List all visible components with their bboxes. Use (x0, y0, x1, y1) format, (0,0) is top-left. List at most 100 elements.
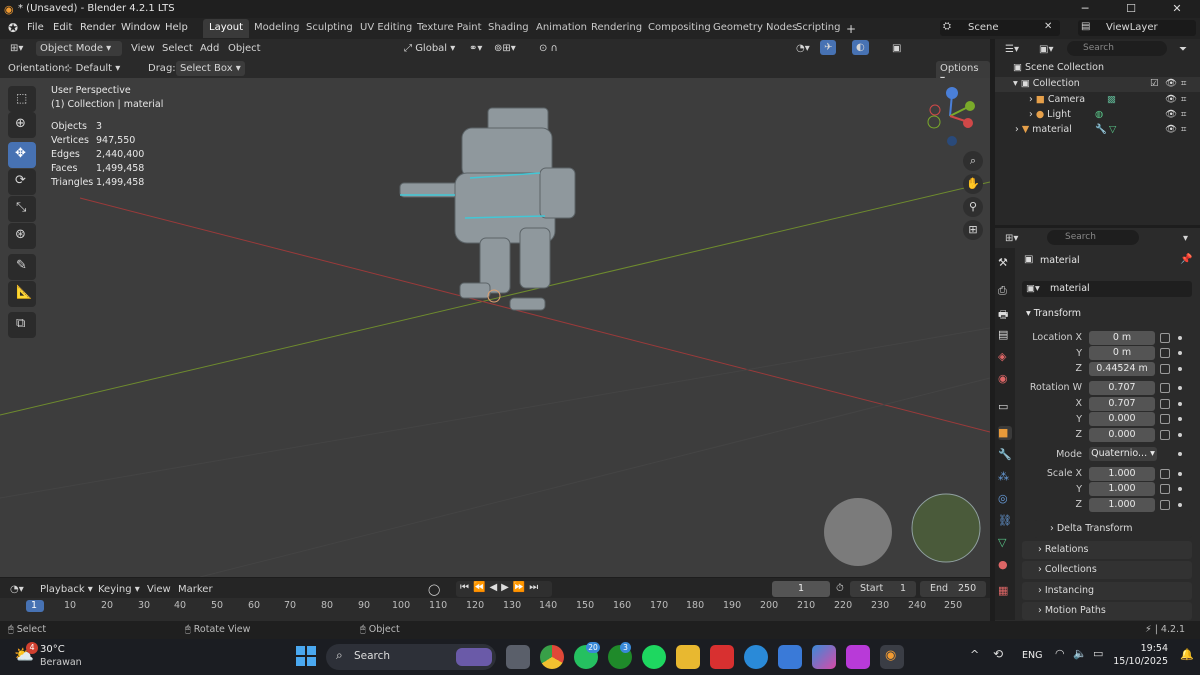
scale-y-field[interactable]: 1.000 (1089, 482, 1155, 496)
keyframe-dot-icon[interactable] (1178, 386, 1182, 390)
lock-icon[interactable] (1160, 333, 1170, 343)
world-tab-icon[interactable]: ◉ (998, 372, 1012, 386)
close-button[interactable]: ✕ (1154, 0, 1200, 18)
lock-icon[interactable] (1160, 364, 1170, 374)
language-indicator[interactable]: ENG (1022, 650, 1042, 661)
modifier-icon[interactable]: 🔧 (1095, 124, 1107, 135)
material-tab-icon[interactable]: ● (998, 558, 1012, 572)
xray-icon[interactable]: ▣ (888, 41, 905, 56)
clock-time[interactable]: 19:54 (1120, 643, 1168, 654)
light-eye-icon[interactable]: 👁 (1165, 109, 1177, 120)
outliner-root[interactable]: ▣ Scene Collection (1013, 62, 1104, 73)
battery-icon[interactable]: ▭ (1093, 647, 1103, 660)
menu-window[interactable]: Window (117, 21, 164, 34)
start-frame-field[interactable]: Start 1 (850, 581, 916, 597)
lock-icon[interactable] (1160, 383, 1170, 393)
texture-tab-icon[interactable]: ▦ (998, 584, 1012, 598)
measure-tool[interactable]: 📐 (8, 281, 36, 307)
camera-render-icon[interactable]: ⌗ (1181, 94, 1186, 105)
lock-icon[interactable] (1160, 430, 1170, 440)
location-y-field[interactable]: 0 m (1089, 346, 1155, 360)
pin-icon[interactable]: 📌 (1180, 254, 1192, 265)
minimize-button[interactable]: ─ (1062, 0, 1108, 18)
playback-controls[interactable]: ⏮⏪◀▶⏩⏭ (456, 581, 552, 597)
material-render-icon[interactable]: ⌗ (1181, 124, 1186, 135)
transform-orientation-dropdown[interactable]: ⤢ Global ▾ (400, 41, 459, 56)
perspective-toggle-icon[interactable]: ⊞ (963, 220, 983, 240)
camera-view-icon[interactable]: ⚲ (963, 197, 983, 217)
proportional-edit-icon[interactable]: ⊙ ∩ (535, 41, 562, 56)
photo-app-icon[interactable] (846, 645, 870, 669)
add-cube-tool[interactable]: ⧉ (8, 312, 36, 338)
lock-icon[interactable] (1160, 399, 1170, 409)
scale-tool[interactable]: ⤡ (8, 196, 36, 222)
lock-icon[interactable] (1160, 500, 1170, 510)
tab-uv-editing[interactable]: UV Editing (354, 19, 418, 38)
tab-modeling[interactable]: Modeling (248, 19, 306, 38)
view-layer-tab-icon[interactable]: ▤ (998, 328, 1012, 342)
menu-file[interactable]: File (23, 21, 48, 34)
keyframe-dot-icon[interactable] (1178, 367, 1182, 371)
mode-dropdown[interactable]: Object Mode ▾ (36, 41, 122, 56)
instancing-panel[interactable]: › Instancing (1022, 582, 1192, 600)
tab-animation[interactable]: Animation (530, 19, 593, 38)
end-frame-field[interactable]: End 250 (920, 581, 986, 597)
copilot-icon[interactable] (812, 645, 836, 669)
keyframe-dot-icon[interactable] (1178, 336, 1182, 340)
tool-tab-icon[interactable]: ⚒ (998, 256, 1012, 270)
keyframe-dot-icon[interactable] (1178, 417, 1182, 421)
scale-x-field[interactable]: 1.000 (1089, 467, 1155, 481)
scene-close-icon[interactable]: ✕ (1044, 21, 1052, 32)
camera-data-icon[interactable]: ▩ (1107, 94, 1116, 105)
spotify-icon[interactable] (642, 645, 666, 669)
transform-panel-header[interactable]: ▾ Transform (1022, 305, 1192, 323)
playback-menu[interactable]: Playback ▾ (36, 582, 97, 597)
scene-selector[interactable]: ⛭ Scene ✕ (940, 20, 1060, 36)
tab-sculpting[interactable]: Sculpting (300, 19, 359, 38)
annotate-tool[interactable]: ✎ (8, 254, 36, 280)
navigation-gizmo[interactable] (922, 86, 978, 146)
menu-edit[interactable]: Edit (49, 21, 76, 34)
keyframe-dot-icon[interactable] (1178, 487, 1182, 491)
collection-eye-icon[interactable]: 👁 (1165, 78, 1177, 89)
mesh-data-icon[interactable]: ▽ (1109, 124, 1116, 135)
microsoft-store-icon[interactable] (778, 645, 802, 669)
outliner-filter-funnel-icon[interactable]: ⏷ (1175, 42, 1191, 57)
keyframe-dot-icon[interactable] (1178, 433, 1182, 437)
wifi-icon[interactable]: ◠ (1055, 647, 1065, 660)
add-workspace-icon[interactable]: + (842, 21, 860, 37)
tab-layout[interactable]: Layout (203, 19, 249, 38)
collections-panel[interactable]: › Collections (1022, 561, 1192, 579)
3d-viewport[interactable]: User Perspective (1) Collection | materi… (0, 78, 990, 577)
camera-eye-icon[interactable]: 👁 (1165, 94, 1177, 105)
properties-options-icon[interactable]: ▾ (1179, 231, 1192, 246)
output-tab-icon[interactable]: 🖶 (998, 306, 1012, 321)
outliner-row-light[interactable]: › ● Light ◍ 👁 ⌗ (995, 108, 1200, 123)
rotation-w-field[interactable]: 0.707 (1089, 381, 1155, 395)
move-tool[interactable]: ✥ (8, 142, 36, 168)
maximize-button[interactable]: ☐ (1108, 0, 1154, 18)
modifiers-tab-icon[interactable]: 🔧 (998, 448, 1012, 462)
select-box-tool[interactable]: ⬚ (8, 86, 36, 112)
particles-tab-icon[interactable]: ⁂ (998, 470, 1012, 484)
tab-geometry-nodes[interactable]: Geometry Nodes (707, 19, 803, 38)
relations-panel[interactable]: › Relations (1022, 541, 1192, 559)
material-eye-icon[interactable]: 👁 (1165, 124, 1177, 135)
location-z-field[interactable]: 0.44524 m (1089, 362, 1155, 376)
vp-menu-select[interactable]: Select (158, 41, 197, 56)
tray-chevron-icon[interactable]: ^ (970, 648, 979, 661)
rotation-mode-dropdown[interactable]: Quaternio... ▾ (1089, 447, 1157, 461)
orientation-dropdown[interactable]: ⊹ Default ▾ (60, 61, 136, 76)
scene-tab-icon[interactable]: ◈ (998, 350, 1012, 364)
timeline-view-menu[interactable]: View (143, 582, 175, 597)
rotation-z-field[interactable]: 0.000 (1089, 428, 1155, 442)
auto-keying-icon[interactable]: ◯ (424, 581, 444, 598)
drag-dropdown[interactable]: Select Box ▾ (176, 61, 245, 76)
menu-help[interactable]: Help (161, 21, 192, 34)
light-render-icon[interactable]: ⌗ (1181, 109, 1186, 120)
lock-icon[interactable] (1160, 414, 1170, 424)
pan-hand-icon[interactable]: ✋ (963, 174, 983, 194)
tab-texture-paint[interactable]: Texture Paint (411, 19, 488, 38)
rotation-x-field[interactable]: 0.707 (1089, 397, 1155, 411)
cursor-tool[interactable]: ⊕ (8, 112, 36, 138)
